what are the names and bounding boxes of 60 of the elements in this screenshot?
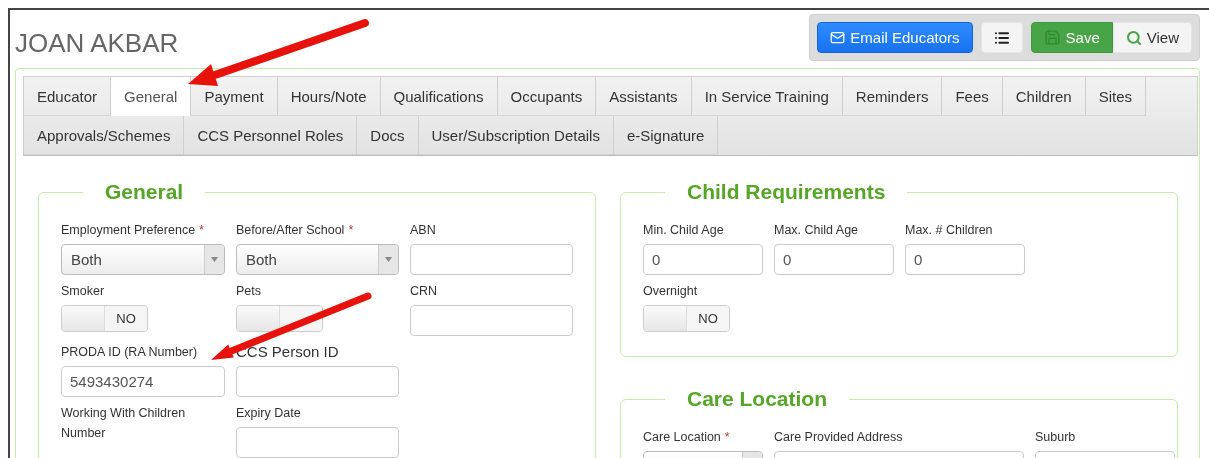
section-title: General bbox=[104, 180, 185, 204]
toggle-switch[interactable] bbox=[236, 305, 323, 332]
field-label: ABN bbox=[410, 222, 436, 239]
list-button[interactable] bbox=[980, 22, 1023, 53]
field-label: Pets bbox=[236, 283, 261, 300]
input-field[interactable]: 0 bbox=[905, 244, 1025, 275]
input-field[interactable] bbox=[236, 427, 399, 458]
tab[interactable]: Approvals/Schemes bbox=[24, 116, 185, 155]
field-label: Max. Child Age bbox=[774, 222, 859, 239]
tab[interactable]: Qualifications bbox=[380, 77, 498, 116]
tab[interactable]: User/Subscription Details bbox=[418, 116, 614, 155]
search-icon bbox=[1125, 29, 1142, 46]
required-mark: * bbox=[724, 429, 730, 446]
required-mark: * bbox=[348, 222, 354, 239]
toggle-switch[interactable]: NO bbox=[643, 305, 730, 332]
caret-icon bbox=[385, 257, 392, 262]
tab[interactable]: Sites bbox=[1085, 77, 1146, 116]
field-label: Before/After School bbox=[236, 222, 345, 239]
dropdown[interactable]: Both bbox=[61, 244, 225, 275]
tab[interactable]: Assistants bbox=[596, 77, 692, 116]
input-field[interactable] bbox=[410, 305, 573, 336]
tab[interactable]: General bbox=[111, 77, 192, 116]
save-icon bbox=[1043, 29, 1061, 46]
tab[interactable]: Children bbox=[1002, 77, 1086, 116]
tab[interactable]: Fees bbox=[942, 77, 1003, 116]
input-field[interactable] bbox=[236, 366, 399, 397]
input-field[interactable]: 5493430274 bbox=[61, 366, 225, 397]
field-label: Suburb bbox=[1035, 429, 1076, 446]
caret-icon bbox=[211, 257, 218, 262]
mail-icon bbox=[830, 30, 846, 45]
input-field[interactable] bbox=[410, 244, 573, 275]
page-title: JOAN AKBAR bbox=[15, 28, 179, 58]
input-field[interactable]: 0 bbox=[643, 244, 763, 275]
field-label: Working With Children Number bbox=[61, 405, 187, 442]
section-title: Child Requirements bbox=[686, 180, 887, 204]
list-icon bbox=[993, 29, 1010, 46]
tab[interactable]: CCS Personnel Roles bbox=[184, 116, 358, 155]
tab[interactable]: Reminders bbox=[842, 77, 943, 116]
field-label: Overnight bbox=[643, 283, 698, 300]
tab[interactable]: Docs bbox=[357, 116, 419, 155]
required-mark: * bbox=[199, 222, 204, 239]
section-title: Care Location bbox=[686, 387, 829, 411]
tab[interactable]: e-Signature bbox=[613, 116, 719, 155]
tab[interactable]: Hours/Note bbox=[277, 77, 381, 116]
field-label: Care Provided Address bbox=[774, 429, 903, 446]
field-label: Max. # Children bbox=[905, 222, 993, 239]
field-label: Smoker bbox=[61, 283, 105, 300]
dropdown[interactable]: Both bbox=[236, 244, 399, 275]
field-label: Expiry Date bbox=[236, 405, 301, 422]
toolbar-button[interactable]: Email Educators bbox=[817, 22, 973, 53]
field-label: Min. Child Age bbox=[643, 222, 724, 239]
field-label: Care Location bbox=[643, 429, 721, 446]
tab[interactable]: Occupants bbox=[497, 77, 597, 116]
tab[interactable]: In Service Training bbox=[691, 77, 843, 116]
input-field[interactable]: 0 bbox=[774, 244, 894, 275]
field-label: Employment Preference bbox=[61, 222, 196, 239]
field-label: CRN bbox=[410, 283, 438, 300]
toolbar-button[interactable]: View bbox=[1112, 22, 1192, 53]
field-label: PRODA ID (RA Number) bbox=[61, 344, 198, 361]
toggle-switch[interactable]: NO bbox=[61, 305, 148, 332]
